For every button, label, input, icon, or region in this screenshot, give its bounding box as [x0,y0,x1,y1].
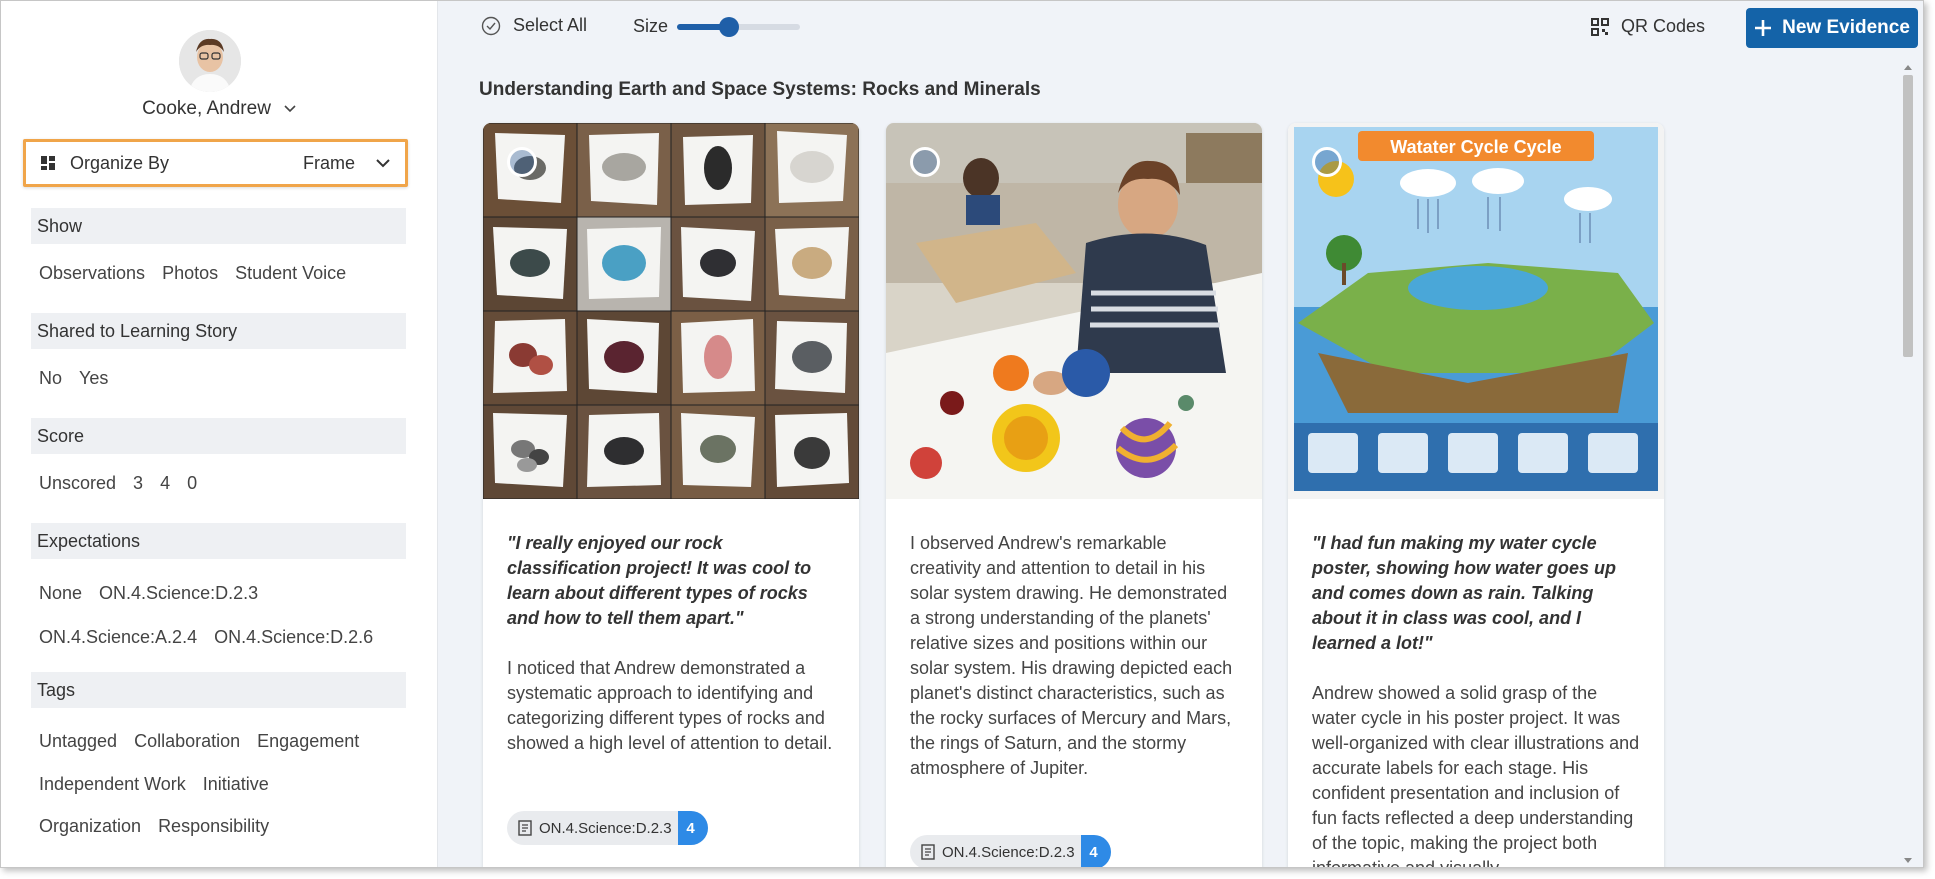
filter-heading-shared: Shared to Learning Story [31,313,406,349]
evidence-card[interactable]: Watater Cycle Cycle "I had fun making my… [1288,123,1664,868]
filter-option-independent-work[interactable]: Independent Work [39,774,186,795]
expectation-tag-label: ON.4.Science:D.2.3 [942,843,1075,861]
filter-option-photos[interactable]: Photos [162,263,218,284]
qr-code-icon [1591,17,1609,36]
size-slider[interactable] [677,17,800,37]
observation-text: I observed Andrew's remarkable creativit… [910,533,1233,778]
filter-option-organization[interactable]: Organization [39,816,141,837]
observation-text: Andrew showed a solid grasp of the water… [1312,683,1640,868]
expectation-tag-label: ON.4.Science:D.2.3 [539,819,672,837]
filter-option-untagged[interactable]: Untagged [39,731,117,752]
filter-option-expectation[interactable]: ON.4.Science:A.2.4 [39,627,197,648]
filter-heading-show: Show [31,208,406,244]
filter-option-expectation[interactable]: ON.4.Science:D.2.3 [99,583,258,604]
filter-options-show: Observations Photos Student Voice [39,263,346,284]
filter-option-score-0[interactable]: 0 [187,473,197,494]
evidence-card[interactable]: I observed Andrew's remarkable creativit… [886,123,1262,867]
filter-option-score-3[interactable]: 3 [133,473,143,494]
avatar[interactable] [179,30,241,92]
dashboard-icon [41,156,55,170]
filter-option-student-voice[interactable]: Student Voice [235,263,346,284]
select-checkbox[interactable] [910,147,940,177]
filter-options-expectations-2: ON.4.Science:A.2.4 ON.4.Science:D.2.6 [39,627,373,648]
organize-by-value: Frame [302,152,355,173]
filter-option-none[interactable]: None [39,583,82,604]
qr-codes-label: QR Codes [1621,16,1706,36]
rock-collage-photo[interactable] [483,123,859,499]
filter-option-engagement[interactable]: Engagement [257,731,359,752]
evidence-card[interactable]: "I really enjoyed our rock classificatio… [483,123,859,867]
expectation-tag[interactable]: ON.4.Science:D.2.3 4 [507,811,708,845]
filter-option-unscored[interactable]: Unscored [39,473,116,494]
select-all-label: Select All [513,15,588,35]
organize-by-dropdown[interactable]: Organize By Frame [23,139,408,187]
filter-options-score: Unscored 3 4 0 [39,473,197,494]
filter-option-observations[interactable]: Observations [39,263,145,284]
new-evidence-button[interactable]: New Evidence [1746,8,1918,48]
student-voice-quote: "I really enjoyed our rock classificatio… [507,533,812,628]
book-icon [518,820,532,836]
filter-options-expectations: None ON.4.Science:D.2.3 [39,583,258,604]
scroll-up-icon[interactable] [1901,61,1915,73]
filter-options-shared: No Yes [39,368,108,389]
scroll-down-icon[interactable] [1901,855,1915,867]
filter-options-tags-2: Independent Work Initiative [39,774,269,795]
water-cycle-poster[interactable]: Watater Cycle Cycle [1288,123,1664,499]
check-circle-icon [481,16,501,35]
select-checkbox[interactable] [1312,147,1342,177]
size-label: Size [633,16,669,36]
filter-options-tags-3: Organization Responsibility [39,816,269,837]
poster-title: Watater Cycle Cycle [1390,137,1561,157]
solar-system-photo[interactable] [886,123,1262,499]
filter-option-expectation[interactable]: ON.4.Science:D.2.6 [214,627,373,648]
user-selector[interactable]: Cooke, Andrew [1,95,438,123]
scrollbar-thumb[interactable] [1903,75,1913,357]
filter-sidebar: Cooke, Andrew Organize By Frame Show Obs… [1,1,438,867]
filter-option-yes[interactable]: Yes [79,368,108,389]
filter-options-tags: Untagged Collaboration Engagement [39,731,359,752]
select-all-button[interactable]: Select All [481,15,587,36]
plus-icon [1755,20,1772,36]
filter-option-initiative[interactable]: Initiative [203,774,269,795]
filter-heading-tags: Tags [31,672,406,708]
chevron-down-icon [376,159,390,168]
filter-option-score-4[interactable]: 4 [160,473,170,494]
organize-by-label: Organize By [70,152,170,173]
expectation-tag[interactable]: ON.4.Science:D.2.3 4 [910,835,1111,867]
filter-heading-expectations: Expectations [31,523,406,559]
chevron-down-icon [284,105,296,113]
filter-heading-score: Score [31,418,406,454]
filter-option-collaboration[interactable]: Collaboration [134,731,240,752]
book-icon [921,844,935,860]
score-badge: 4 [677,811,708,845]
student-voice-quote: "I had fun making my water cycle poster,… [1312,533,1617,653]
app-window: Cooke, Andrew Organize By Frame Show Obs… [0,0,1924,868]
filter-option-responsibility[interactable]: Responsibility [158,816,269,837]
score-badge: 4 [1080,835,1111,867]
select-checkbox[interactable] [507,147,537,177]
qr-codes-button[interactable]: QR Codes [1591,16,1705,37]
filter-option-no[interactable]: No [39,368,62,389]
section-title: Understanding Earth and Space Systems: R… [479,79,1041,100]
vertical-scrollbar[interactable] [1901,61,1915,867]
new-evidence-label: New Evidence [1782,17,1910,38]
size-slider-handle[interactable] [718,17,739,37]
observation-text: I noticed that Andrew demonstrated a sys… [507,658,833,753]
user-name: Cooke, Andrew [142,98,271,119]
